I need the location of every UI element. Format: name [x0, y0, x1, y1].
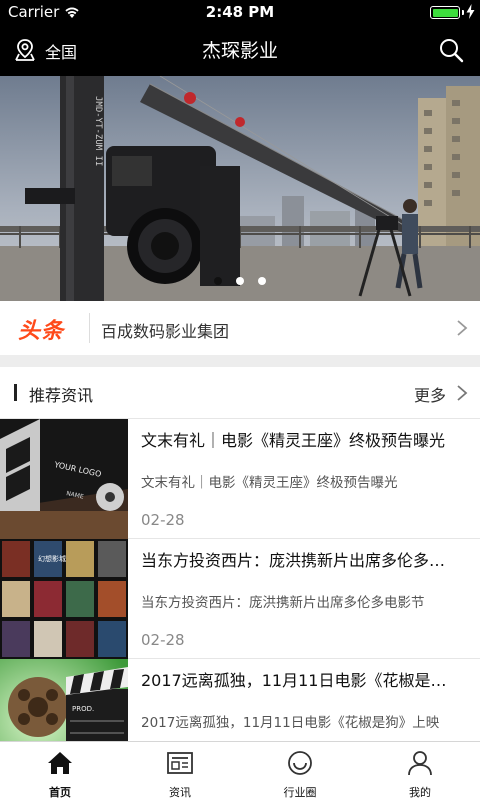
user-icon: [408, 751, 432, 776]
news-thumbnail: 幻想影城: [0, 539, 128, 659]
banner-carousel[interactable]: JMD-YT-ZUM II: [0, 76, 480, 301]
battery-tip: [462, 10, 464, 15]
home-icon: [48, 752, 72, 774]
banner-image: JMD-YT-ZUM II: [0, 76, 480, 301]
nav-bar: 全国 杰琛影业: [0, 24, 480, 76]
carousel-dot[interactable]: [236, 277, 244, 285]
status-bar: Carrier 2:48 PM: [0, 0, 480, 24]
section-marker: [14, 384, 17, 401]
more-link[interactable]: 更多: [414, 382, 446, 406]
svg-text:幻想影城: 幻想影城: [38, 554, 66, 563]
news-title[interactable]: 2017远离孤独，11月11日电影《花椒是狗》: [141, 667, 461, 691]
page-title: 杰琛影业: [201, 40, 278, 62]
tab-label: 首页: [49, 786, 71, 799]
news-date: 02-28: [141, 511, 185, 529]
news-thumbnail: PROD.: [0, 659, 128, 741]
tab-label: 我的: [409, 786, 431, 799]
tab-home[interactable]: 首页: [0, 742, 120, 800]
charging-icon: [466, 4, 475, 19]
svg-text:PROD.: PROD.: [72, 705, 94, 713]
news-summary: 文末有礼｜电影《精灵王座》终极预告曝光: [141, 475, 398, 491]
carousel-dot[interactable]: [214, 277, 222, 285]
headline-text[interactable]: 百成数码影业集团: [101, 318, 229, 342]
news-icon: [167, 752, 193, 774]
chevron-right-icon: [457, 320, 468, 336]
tab-industry-circle[interactable]: 行业圈: [240, 742, 360, 800]
news-list: YOUR LOGO NAME 文末有礼｜电影《精灵王座》终极预告曝光 文末有礼｜…: [0, 419, 480, 741]
tab-label: 行业圈: [283, 786, 317, 799]
tab-bar: 首页 资讯 行业圈 我的: [0, 741, 480, 800]
tab-mine[interactable]: 我的: [360, 742, 480, 800]
carousel-indicator[interactable]: [0, 270, 480, 289]
search-icon[interactable]: [438, 37, 464, 63]
news-item[interactable]: PROD. 2017远离孤独，11月11日电影《花椒是狗》 2017远离孤独，1…: [0, 659, 480, 741]
chevron-right-icon[interactable]: [456, 384, 468, 402]
section-title: 推荐资讯: [29, 386, 94, 405]
circle-icon: [288, 751, 312, 775]
news-date: 02-28: [141, 631, 185, 649]
headline-row[interactable]: 头条 百成数码影业集团: [0, 301, 480, 355]
headline-divider: [89, 313, 90, 343]
news-thumbnail: YOUR LOGO NAME: [0, 419, 128, 539]
svg-text:JMD-YT-ZUM II: JMD-YT-ZUM II: [93, 96, 103, 166]
section-header: 推荐资讯 更多: [0, 367, 480, 419]
battery-icon: [430, 6, 460, 19]
news-item[interactable]: YOUR LOGO NAME 文末有礼｜电影《精灵王座》终极预告曝光 文末有礼｜…: [0, 419, 480, 539]
status-time: 2:48 PM: [205, 3, 275, 21]
tab-news[interactable]: 资讯: [120, 742, 240, 800]
headline-badge: 头条: [18, 319, 65, 344]
tab-label: 资讯: [169, 786, 191, 799]
news-item[interactable]: 幻想影城 当东方投资西片：庞洪携新片出席多伦多电影节 当东方投资西片：庞洪携新片…: [0, 539, 480, 659]
news-title[interactable]: 当东方投资西片：庞洪携新片出席多伦多电影节: [141, 547, 461, 571]
news-summary: 2017远离孤独，11月11日电影《花椒是狗》上映: [141, 715, 440, 731]
news-summary: 当东方投资西片：庞洪携新片出席多伦多电影节: [141, 595, 425, 611]
news-title[interactable]: 文末有礼｜电影《精灵王座》终极预告曝光: [141, 427, 461, 451]
carousel-dot[interactable]: [258, 277, 266, 285]
